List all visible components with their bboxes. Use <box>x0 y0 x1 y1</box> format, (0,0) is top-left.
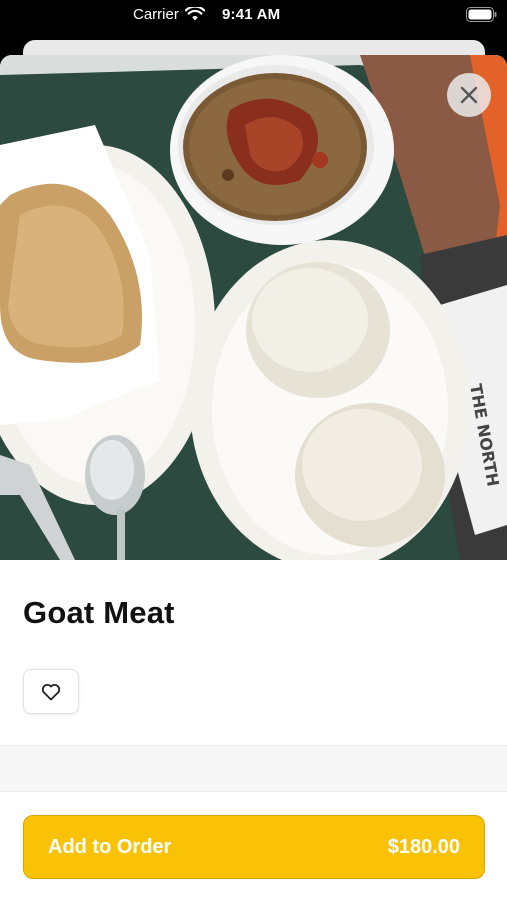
bottom-bar: Add to Order $180.00 <box>0 791 507 900</box>
food-photo: THE NORTH <box>0 55 507 560</box>
add-to-order-label: Add to Order <box>48 835 172 858</box>
close-button[interactable] <box>447 73 491 117</box>
order-price: $180.00 <box>387 835 460 858</box>
item-detail-sheet: THE NORTH Goat Meat Add to Order $180.00 <box>0 55 507 900</box>
favorite-button[interactable] <box>23 669 79 714</box>
wifi-icon <box>184 7 205 21</box>
status-time: 9:41 AM <box>222 6 281 23</box>
carrier-group: Carrier <box>133 6 205 23</box>
close-icon <box>460 86 478 104</box>
status-bar: Carrier 9:41 AM <box>0 0 507 30</box>
section-divider <box>0 745 507 791</box>
screen: Carrier 9:41 AM THE NORTH Goat Meat Add … <box>0 0 507 900</box>
battery-icon <box>466 7 497 22</box>
item-title: Goat Meat <box>23 595 175 630</box>
add-to-order-button[interactable]: Add to Order $180.00 <box>23 815 485 879</box>
carrier-label: Carrier <box>133 6 179 23</box>
heart-icon <box>41 683 61 700</box>
